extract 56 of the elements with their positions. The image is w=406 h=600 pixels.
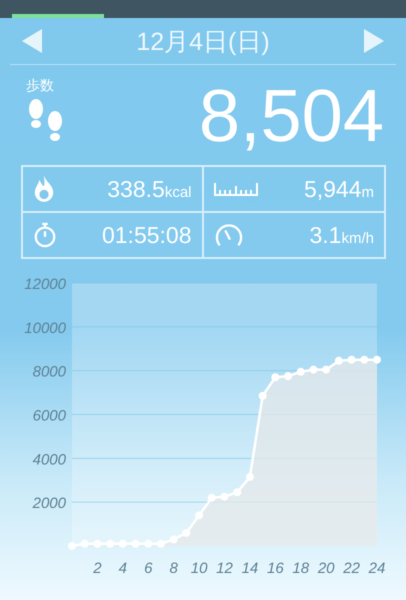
x-axis-label: 8 <box>170 560 178 577</box>
y-axis-label: 10000 <box>24 320 66 337</box>
data-point <box>68 542 76 550</box>
steps-label: 歩数 <box>26 77 55 95</box>
speedometer-icon <box>214 222 244 248</box>
x-axis-label: 4 <box>118 560 127 577</box>
data-point <box>284 372 292 380</box>
data-point <box>322 366 330 374</box>
stat-value: 01:55:08 <box>102 222 192 248</box>
x-axis-label: 18 <box>292 560 310 577</box>
stat-value: 338.5kcal <box>107 176 192 202</box>
stat-value: 5,944m <box>304 176 374 202</box>
data-point <box>93 540 102 548</box>
data-point <box>334 356 343 365</box>
y-axis-label: 6000 <box>32 408 66 424</box>
y-axis-label: 4000 <box>32 451 66 468</box>
data-point <box>233 488 242 496</box>
data-point <box>195 511 204 520</box>
x-axis-label: 12 <box>216 560 233 577</box>
x-axis-label: 16 <box>267 560 284 577</box>
date-title: 12月4日(日) <box>136 26 270 58</box>
data-point <box>144 540 152 548</box>
y-axis-label: 8000 <box>32 364 66 381</box>
data-point <box>271 373 280 382</box>
data-point <box>246 472 254 481</box>
previous-arrow-icon[interactable] <box>22 29 42 53</box>
x-axis-label: 22 <box>343 560 360 577</box>
x-axis-label: 20 <box>318 560 334 577</box>
next-arrow-icon[interactable] <box>364 29 384 53</box>
x-axis-label: 10 <box>190 560 208 577</box>
y-axis-label: 2000 <box>32 495 66 512</box>
data-point <box>208 494 216 502</box>
data-point <box>156 540 165 548</box>
data-point <box>220 492 228 501</box>
data-point <box>360 356 368 364</box>
flame-icon <box>33 175 55 203</box>
data-point <box>182 528 190 537</box>
x-axis-label: 6 <box>144 560 152 577</box>
y-axis-label: 12000 <box>24 276 66 293</box>
data-point <box>296 368 305 376</box>
x-axis-label: 14 <box>242 560 258 577</box>
data-point <box>132 540 140 548</box>
stat-value: 3.1km/h <box>310 222 374 248</box>
ruler-icon <box>214 182 258 196</box>
data-point <box>106 540 114 548</box>
x-axis-label: 24 <box>368 560 386 577</box>
x-axis-label: 2 <box>93 560 102 577</box>
data-point <box>258 392 267 400</box>
data-point <box>309 366 318 374</box>
stopwatch-icon <box>33 221 57 249</box>
data-point <box>80 540 89 548</box>
data-point <box>170 535 178 544</box>
data-point <box>373 356 381 364</box>
data-point <box>118 540 127 548</box>
step-count: 8,504 <box>198 77 384 155</box>
data-point <box>348 356 356 364</box>
